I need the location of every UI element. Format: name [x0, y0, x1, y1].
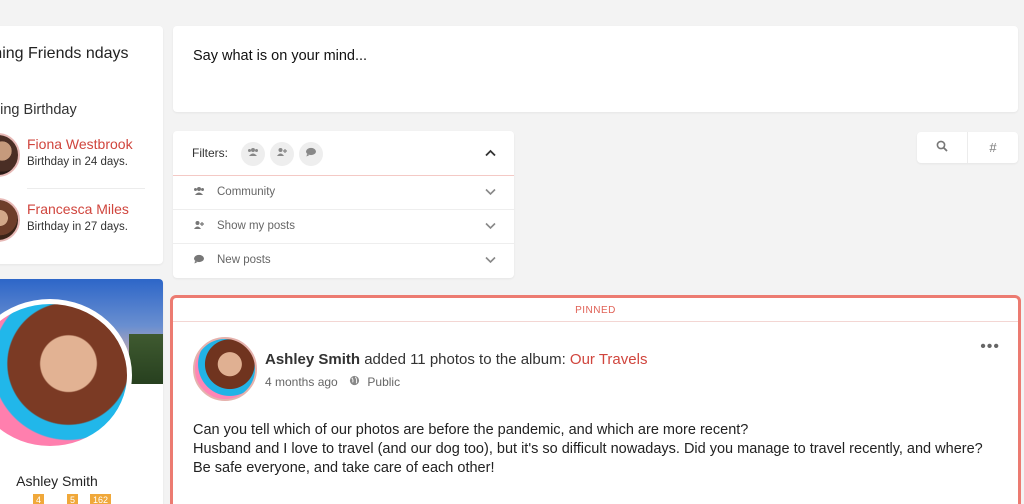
post-action-text: added 11 photos to the album:: [360, 351, 570, 368]
birthday-name[interactable]: Fiona Westbrook: [27, 136, 133, 152]
globe-icon: [349, 375, 363, 389]
comment-icon[interactable]: [299, 142, 323, 166]
birthday-item[interactable]: Fiona Westbrook Birthday in 24 days.: [0, 130, 152, 188]
pinned-post: PINNED Ashley Smith added 11 photos to t…: [170, 295, 1021, 504]
search-icon: [936, 140, 948, 155]
filter-label: Show my posts: [217, 220, 295, 232]
birthday-item[interactable]: Francesca Miles Birthday in 27 days.: [0, 195, 152, 253]
search-button[interactable]: [917, 132, 967, 163]
chevron-up-icon[interactable]: [485, 146, 496, 160]
birthdays-subtitle: oming Birthday: [0, 102, 77, 118]
filters-header[interactable]: Filters:: [173, 131, 514, 176]
comment-icon: [192, 254, 206, 267]
filter-row-show-my-posts[interactable]: Show my posts: [173, 210, 514, 244]
profile-stat-badge[interactable]: 5: [67, 494, 79, 504]
post-body: Can you tell which of our photos are bef…: [193, 421, 998, 478]
divider: [27, 188, 145, 189]
post-text: Can you tell which of our photos are bef…: [193, 422, 749, 438]
users-icon[interactable]: [241, 142, 265, 166]
post-header: Ashley Smith added 11 photos to the albu…: [265, 351, 647, 368]
album-link[interactable]: Our Travels: [570, 351, 648, 368]
birthdays-widget: oming Friends ndays oming Birthday Fiona…: [0, 26, 163, 264]
post-composer[interactable]: Say what is on your mind...: [173, 26, 1018, 112]
avatar[interactable]: [0, 133, 20, 177]
profile-card: Ashley Smith 4 5 162: [0, 279, 163, 504]
post-author-link[interactable]: Ashley Smith: [265, 351, 360, 368]
birthdays-title: oming Friends ndays: [0, 45, 129, 62]
post-visibility: Public: [367, 375, 401, 389]
birthday-days: Birthday in 24 days.: [27, 156, 129, 168]
pinned-label: PINNED: [575, 305, 616, 316]
filters-label: Filters:: [192, 146, 228, 160]
profile-stat-badge[interactable]: 4: [33, 494, 45, 504]
filter-label: New posts: [217, 254, 271, 266]
user-plus-icon: [192, 220, 206, 233]
post-author-avatar[interactable]: [193, 337, 257, 401]
birthday-name[interactable]: Francesca Miles: [27, 201, 129, 217]
feed-tools: #: [917, 132, 1018, 163]
post-meta: 4 months ago Public: [265, 375, 400, 389]
divider: [173, 321, 1018, 322]
page: oming Friends ndays oming Birthday Fiona…: [0, 0, 1024, 504]
avatar[interactable]: [0, 198, 20, 242]
filter-row-community[interactable]: Community: [173, 176, 514, 210]
post-text: Husband and I love to travel (and our do…: [193, 441, 983, 457]
filter-label: Community: [217, 186, 276, 198]
profile-name[interactable]: Ashley Smith: [0, 473, 122, 489]
filters-panel: Filters: Community Show my posts New pos…: [173, 131, 514, 278]
profile-stat-badge[interactable]: 162: [90, 494, 112, 504]
chevron-down-icon[interactable]: [485, 219, 496, 233]
more-options-icon[interactable]: •••: [980, 338, 1000, 356]
birthday-days: Birthday in 27 days.: [27, 221, 129, 233]
chevron-down-icon[interactable]: [485, 253, 496, 267]
composer-placeholder[interactable]: Say what is on your mind...: [193, 48, 367, 64]
filter-row-new-posts[interactable]: New posts: [173, 244, 514, 278]
chevron-down-icon[interactable]: [485, 185, 496, 199]
cover-scenery: [129, 334, 163, 384]
post-text: Be safe everyone, and take care of each …: [193, 460, 495, 476]
post-timestamp[interactable]: 4 months ago: [265, 375, 338, 389]
hashtag-button[interactable]: #: [968, 132, 1018, 163]
users-icon: [192, 186, 206, 199]
user-plus-icon[interactable]: [270, 142, 294, 166]
